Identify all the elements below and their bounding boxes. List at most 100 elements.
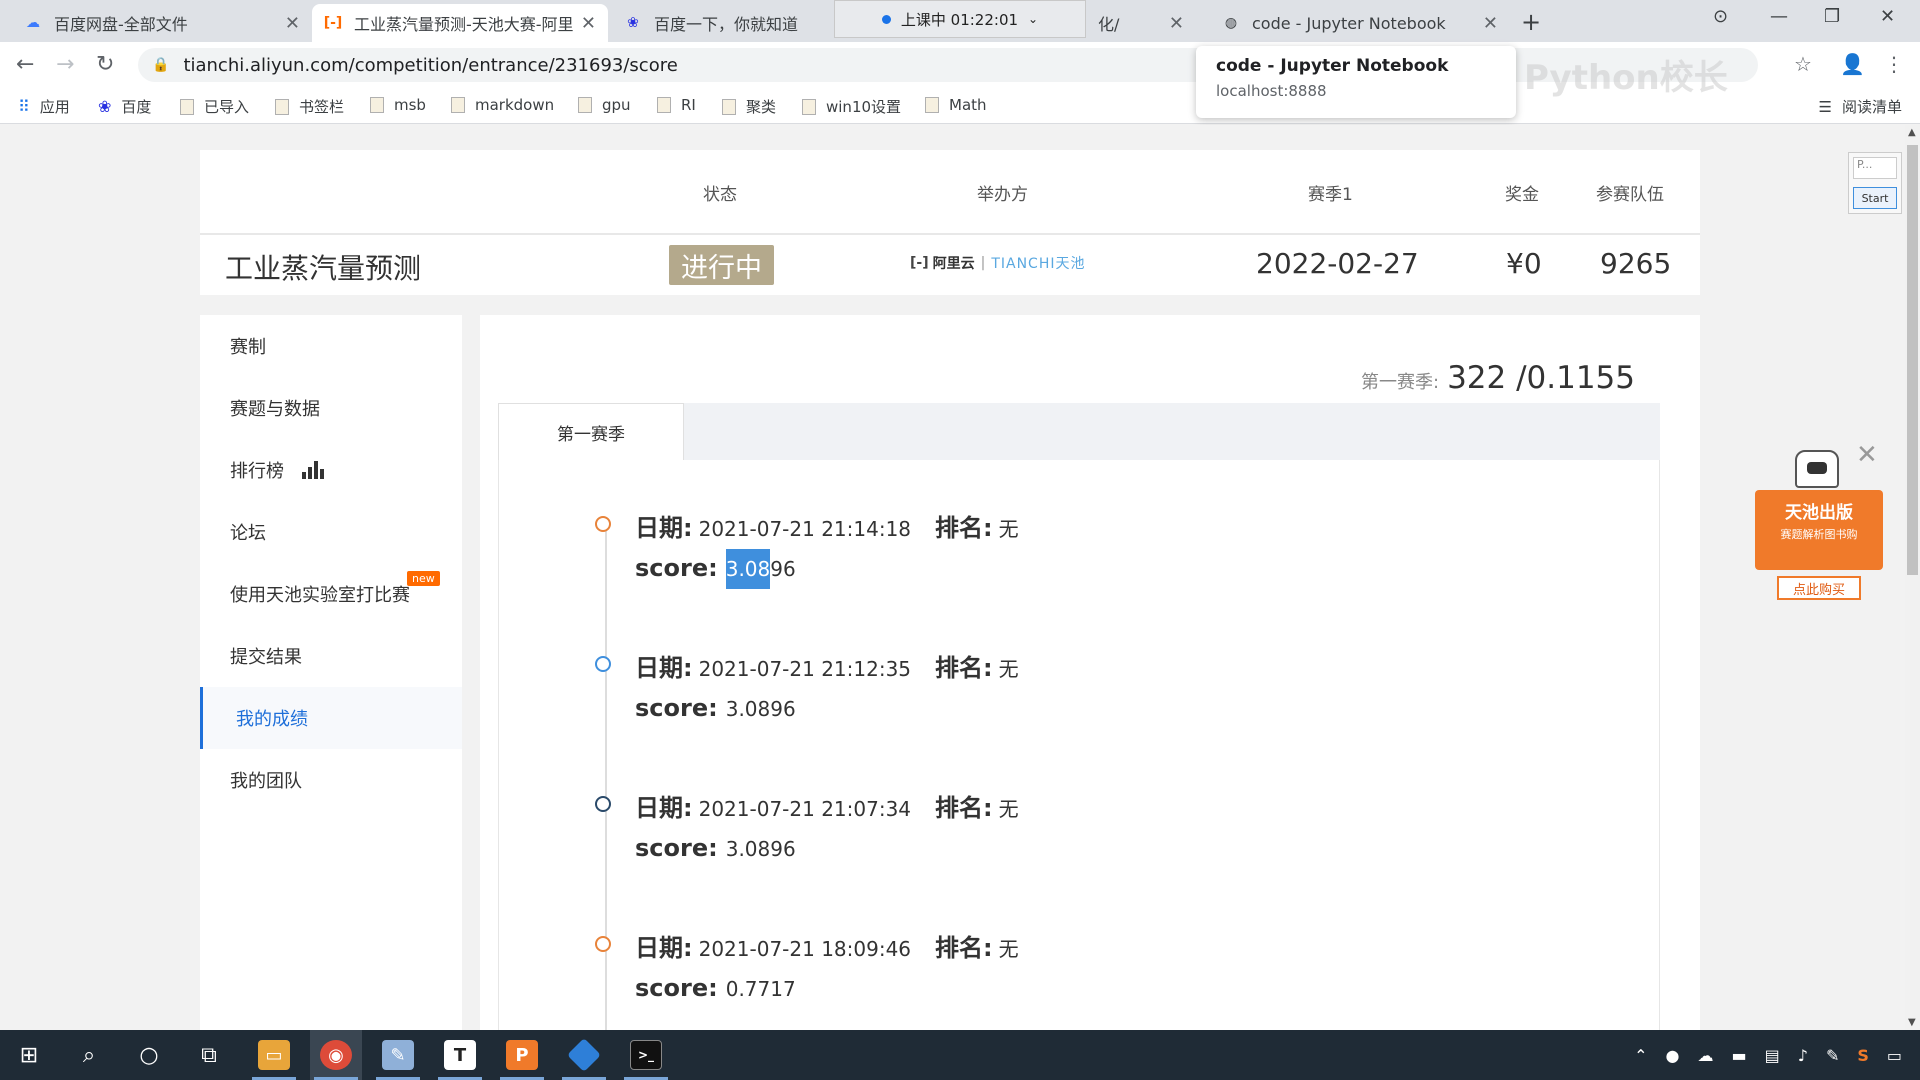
volume-icon[interactable]: ♪ [1798,1046,1808,1065]
reading-list-button[interactable]: ☰ 阅读清单 [1819,96,1902,117]
page-scrollbar[interactable]: ▲ ▼ [1905,125,1920,1030]
recording-timer[interactable]: 上课中 01:22:01 ⌄ [834,0,1086,38]
sidebar-item-label: 赛制 [230,337,266,358]
timeline-dot [595,936,611,952]
bookmark-folder[interactable]: 书签栏 [275,96,344,117]
bookmark-folder[interactable]: markdown [451,96,554,114]
sidebar-item-rules[interactable]: 赛制 [200,315,462,377]
close-icon[interactable]: ✕ [1169,13,1184,34]
sidebar-item-submit[interactable]: 提交结果 [200,625,462,687]
blue-app-icon [567,1038,601,1072]
back-arrow-icon[interactable]: ← [16,52,34,77]
score-value[interactable]: 0.7717 [726,977,796,1001]
bookmark-label: Math [949,96,987,114]
sogou-icon[interactable]: S [1857,1046,1869,1065]
score-value[interactable]: 3.0896 [726,697,796,721]
file-explorer-app[interactable]: ▭ [248,1030,300,1080]
timeline-dot [595,516,611,532]
record-meta: 日期: 2021-07-21 21:12:35 排名: 无 [635,648,1019,683]
mini-widget: P... Start [1848,152,1902,214]
status-header: 状态 [703,185,737,205]
tab-search-icon[interactable]: ⊙ [1713,6,1728,27]
sidebar-item-lab[interactable]: 使用天池实验室打比赛 new [200,563,462,625]
new-badge: new [407,571,440,586]
typora-app[interactable]: T [434,1030,486,1080]
scroll-up-icon[interactable]: ▲ [1908,127,1916,138]
promo-buy-button[interactable]: 点此购买 [1777,576,1861,600]
pen-icon[interactable]: ✎ [1826,1046,1839,1065]
tab-season-1[interactable]: 第一赛季 [498,403,684,461]
orange-app[interactable]: P [496,1030,548,1080]
task-view-icon[interactable]: ⧉ [192,1038,226,1072]
record-rank: 无 [998,657,1019,681]
windows-start-icon[interactable]: ⊞ [12,1038,46,1072]
record-meta: 日期: 2021-07-21 21:14:18 排名: 无 [635,508,1019,543]
notification-icon[interactable]: ▭ [1887,1046,1902,1065]
tab-partial[interactable]: 化/ ✕ [1086,4,1196,42]
start-button[interactable]: Start [1853,187,1897,209]
bookmark-folder[interactable]: gpu [578,96,631,114]
sidebar-item-label: 使用天池实验室打比赛 [230,585,410,606]
close-icon[interactable]: ✕ [1856,440,1878,470]
tab-baidu-netdisk[interactable]: ☁ 百度网盘-全部文件 ✕ [12,4,312,42]
bookmark-folder[interactable]: win10设置 [802,96,901,117]
chrome-app[interactable]: ◉ [310,1030,362,1080]
bookmark-folder[interactable]: msb [370,96,426,114]
scroll-down-icon[interactable]: ▼ [1908,1017,1916,1028]
baidu-paw-icon: ❀ [98,97,112,116]
scrollbar-thumb[interactable] [1907,145,1918,575]
profile-icon[interactable]: 👤 [1840,52,1865,76]
close-icon[interactable]: ✕ [1483,13,1498,34]
tab-baidu[interactable]: ❀ 百度一下，你就知道 [612,4,832,42]
submission-timeline: 日期: 2021-07-21 21:14:18 排名: 无 score: 3.0896 日期… [498,460,1660,1030]
restore-icon[interactable]: ❐ [1824,6,1840,27]
score-value[interactable]: 3.0896 [725,549,796,589]
submission-record: 日期: 2021-07-21 21:12:35 排名: 无 score: 3.0896 [589,648,1389,788]
close-window-icon[interactable]: ✕ [1880,6,1895,27]
chevron-up-icon[interactable]: ⌃ [1634,1046,1647,1065]
sidebar-item-my-results[interactable]: 我的成绩 [200,687,462,749]
sidebar-item-data[interactable]: 赛题与数据 [200,377,462,439]
mini-widget-input[interactable]: P... [1853,157,1897,179]
bookmark-folder[interactable]: 聚类 [722,96,776,117]
bookmark-apps[interactable]: ⠿ 应用 [18,96,70,117]
folder-icon [275,98,289,115]
aliyun-logo-text: 阿里云 [932,256,975,272]
close-icon[interactable]: ✕ [581,13,596,34]
blue-app[interactable] [558,1030,610,1080]
folder-icon [657,97,671,113]
cortana-icon[interactable]: ○ [132,1038,166,1072]
sidebar-item-my-team[interactable]: 我的团队 [200,749,462,811]
promo-banner[interactable]: 天池出版 赛题解析图书购 [1755,490,1883,570]
new-tab-button[interactable]: + [1521,8,1541,36]
terminal-app[interactable]: >_ [620,1030,672,1080]
paint-app[interactable]: ✎ [372,1030,424,1080]
sidebar-item-forum[interactable]: 论坛 [200,501,462,563]
tab-jupyter[interactable]: ◍ code - Jupyter Notebook ✕ [1210,4,1510,42]
record-date: 2021-07-21 21:12:35 [698,657,912,681]
search-icon[interactable]: ⌕ [72,1038,106,1072]
bookmark-folder[interactable]: Math [925,96,987,114]
battery-icon[interactable]: ▬ [1731,1046,1746,1065]
menu-dots-icon[interactable]: ⋮ [1884,52,1904,76]
bookmark-baidu[interactable]: ❀ 百度 [98,96,151,117]
score-value[interactable]: 3.0896 [726,837,796,861]
timeline-dot [595,796,611,812]
cloud-icon[interactable]: ☁ [1697,1046,1713,1065]
network-icon[interactable]: ▤ [1765,1046,1780,1065]
bookmark-star-icon[interactable]: ☆ [1794,52,1812,76]
promo-subtitle: 赛题解析图书购 [1780,528,1858,541]
bluetooth-icon[interactable]: ● [1666,1046,1680,1065]
bookmark-folder[interactable]: 已导入 [180,96,249,117]
bookmark-folder[interactable]: RI [657,96,696,114]
sidebar-item-label: 我的成绩 [236,709,308,730]
sidebar-item-leaderboard[interactable]: 排行榜 [200,439,462,501]
tab-tianchi[interactable]: [-] 工业蒸汽量预测-天池大赛-阿里云 ✕ [312,4,608,42]
promo-widget[interactable]: 天池出版 赛题解析图书购 点此购买 [1755,450,1885,605]
forward-arrow-icon[interactable]: → [56,52,74,77]
close-icon[interactable]: ✕ [285,13,300,34]
minimize-icon[interactable]: — [1770,6,1788,27]
tab-title: code - Jupyter Notebook [1252,13,1446,33]
reload-icon[interactable]: ↻ [96,52,114,77]
header-labels: 状态 举办方 赛季1 奖金 参赛队伍 [200,150,1700,235]
